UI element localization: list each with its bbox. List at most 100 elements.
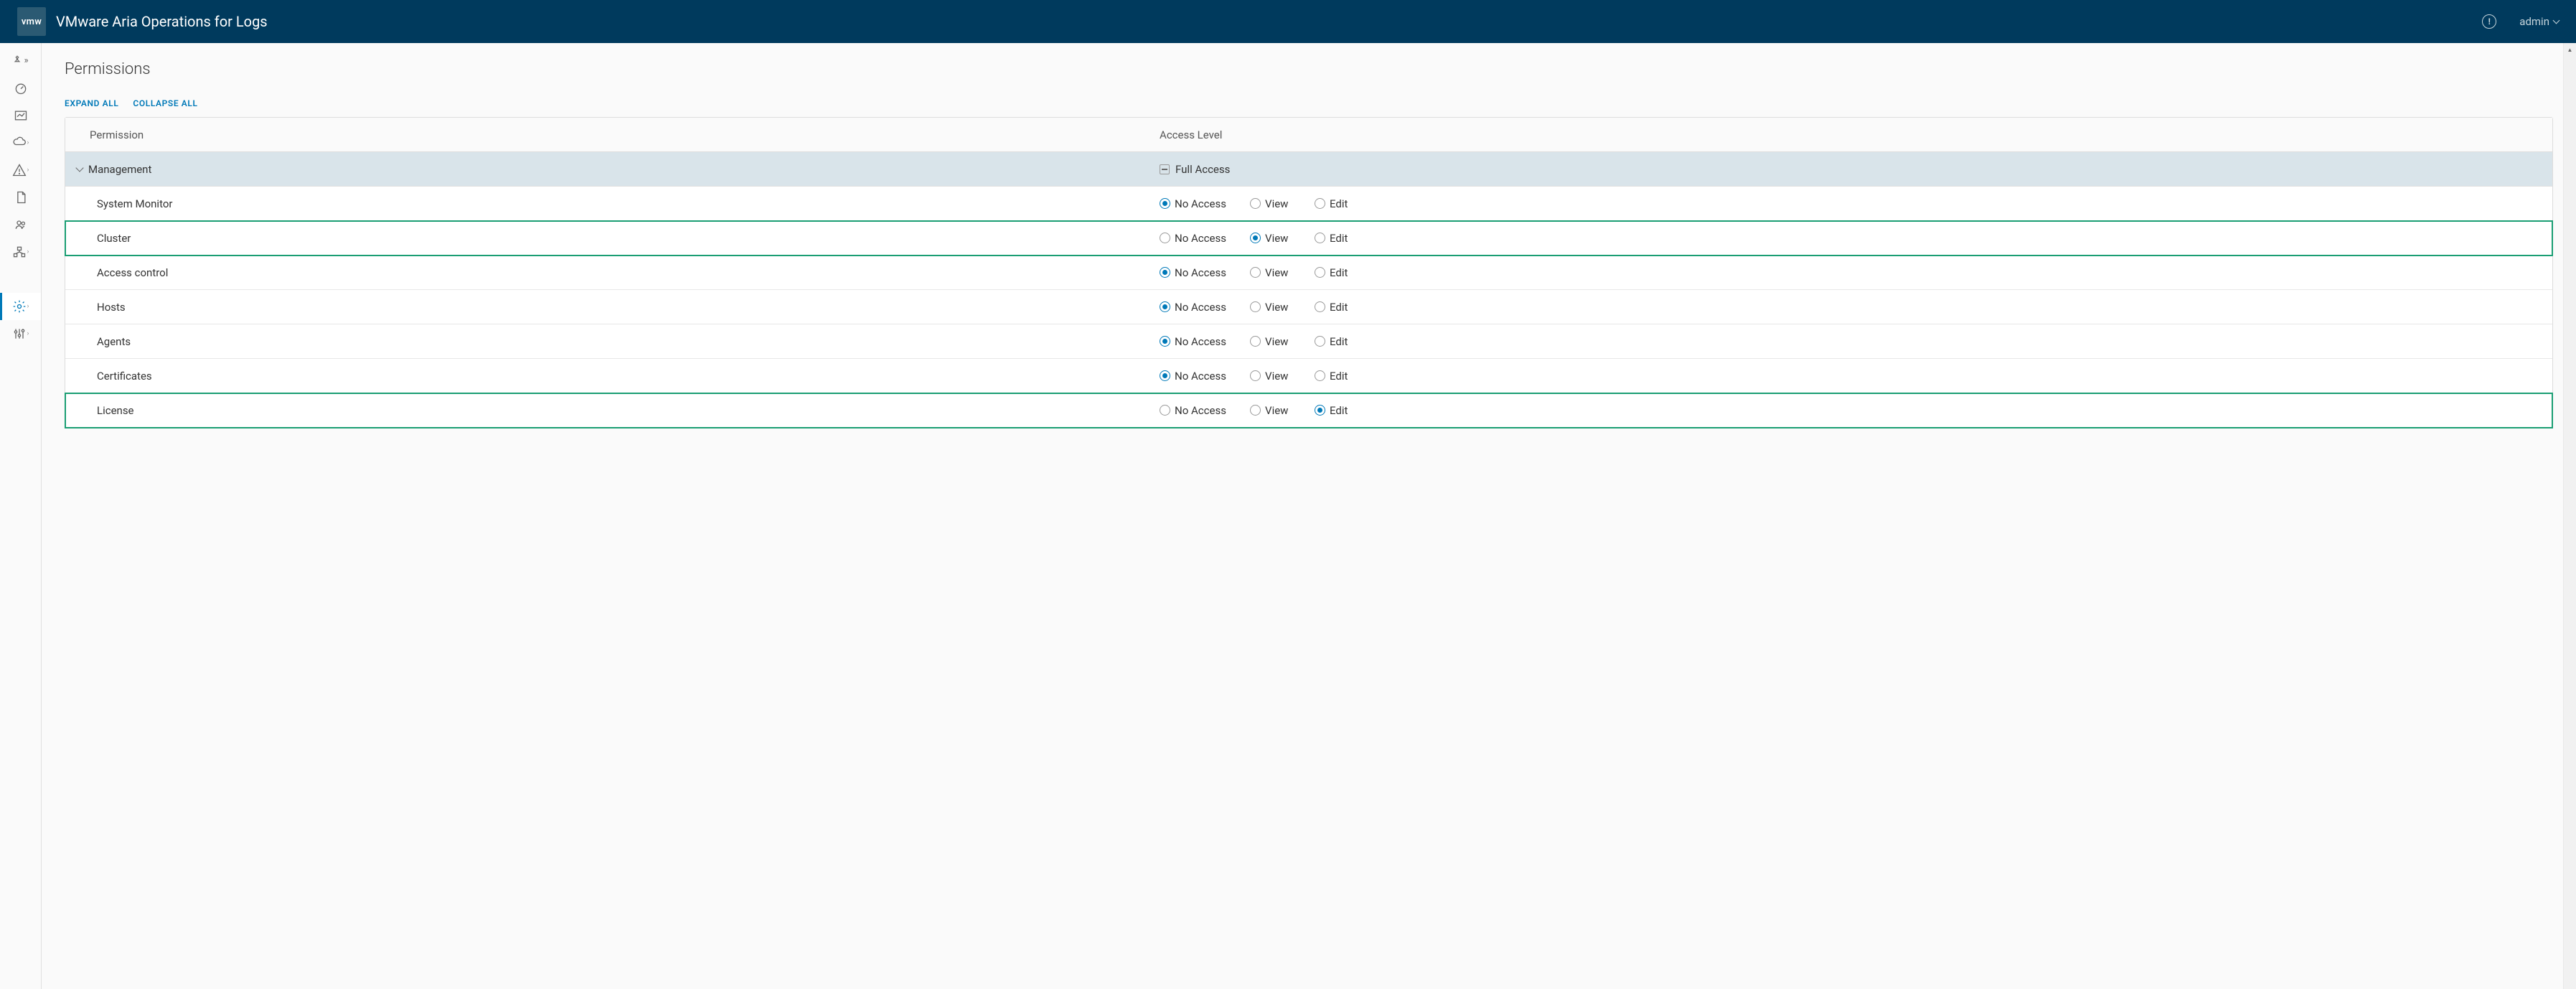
group-name: Management xyxy=(88,163,151,176)
radio-circle xyxy=(1250,336,1261,347)
sidebar-item-network[interactable]: › xyxy=(0,238,41,266)
logo-badge: vmw xyxy=(17,7,46,36)
content: Permissions EXPAND ALL COLLAPSE ALL Perm… xyxy=(42,43,2576,989)
radio-view[interactable]: View xyxy=(1250,301,1300,314)
sidebar-toggle[interactable]: » xyxy=(0,49,41,72)
radio-no_access[interactable]: No Access xyxy=(1160,404,1236,417)
cloud-icon xyxy=(12,136,27,150)
permissions-table: Permission Access Level Management Full … xyxy=(65,117,2553,428)
perm-row: Certificates No Access View Edit xyxy=(65,359,2552,393)
radio-circle xyxy=(1250,370,1261,381)
gauge-icon xyxy=(14,81,28,95)
radio-circle xyxy=(1250,267,1261,278)
network-icon xyxy=(12,245,27,259)
radio-circle xyxy=(1160,405,1170,416)
radio-view[interactable]: View xyxy=(1250,266,1300,279)
perm-label: Hosts xyxy=(65,301,1160,314)
radio-label: No Access xyxy=(1175,404,1226,417)
radio-no_access[interactable]: No Access xyxy=(1160,370,1236,383)
sidebar: » › › xyxy=(0,43,42,989)
radio-label: Edit xyxy=(1330,335,1348,348)
perm-options: No Access View Edit xyxy=(1160,404,2552,417)
expand-all-link[interactable]: EXPAND ALL xyxy=(65,98,118,108)
radio-edit[interactable]: Edit xyxy=(1315,370,1355,383)
table-header: Permission Access Level xyxy=(65,118,2552,152)
radio-edit[interactable]: Edit xyxy=(1315,232,1355,245)
sidebar-item-alerts[interactable]: › xyxy=(0,156,41,184)
radio-circle xyxy=(1315,370,1325,381)
chart-icon xyxy=(14,108,28,123)
radio-edit[interactable]: Edit xyxy=(1315,301,1355,314)
perm-options: No Access View Edit xyxy=(1160,370,2552,383)
radio-no_access[interactable]: No Access xyxy=(1160,232,1236,245)
radio-circle xyxy=(1315,336,1325,347)
group-left: Management xyxy=(65,163,1160,176)
radio-label: Edit xyxy=(1330,404,1348,417)
caret-icon: › xyxy=(27,303,29,310)
perm-options: No Access View Edit xyxy=(1160,232,2552,245)
radio-no_access[interactable]: No Access xyxy=(1160,335,1236,348)
caret-icon: › xyxy=(27,248,29,256)
radio-edit[interactable]: Edit xyxy=(1315,266,1355,279)
radio-no_access[interactable]: No Access xyxy=(1160,197,1236,210)
radio-circle xyxy=(1160,233,1170,243)
sidebar-item-settings[interactable]: › xyxy=(0,293,41,320)
caret-icon: › xyxy=(27,139,29,146)
perm-row: LicenseNo AccessViewEdit xyxy=(65,393,2552,428)
radio-circle xyxy=(1160,267,1170,278)
radio-label: Edit xyxy=(1330,266,1348,279)
perm-label: Certificates xyxy=(65,370,1160,383)
info-icon[interactable]: ! xyxy=(2482,14,2496,29)
col-access-header: Access Level xyxy=(1160,128,2552,141)
radio-view[interactable]: View xyxy=(1250,404,1300,417)
sidebar-item-adjust[interactable]: › xyxy=(0,320,41,347)
radio-circle xyxy=(1315,405,1325,416)
radio-no_access[interactable]: No Access xyxy=(1160,301,1236,314)
sidebar-item-analytics[interactable] xyxy=(0,102,41,129)
perm-label: Access control xyxy=(65,266,1160,279)
radio-label: No Access xyxy=(1175,266,1226,279)
user-name: admin xyxy=(2519,15,2549,28)
scrollbar[interactable]: ▲ xyxy=(2563,43,2576,989)
radio-label: Edit xyxy=(1330,232,1348,245)
radio-edit[interactable]: Edit xyxy=(1315,197,1355,210)
device-icon xyxy=(14,272,28,286)
radio-label: View xyxy=(1265,266,1288,279)
radio-no_access[interactable]: No Access xyxy=(1160,266,1236,279)
sidebar-item-dashboard[interactable] xyxy=(0,75,41,102)
topbar: vmw VMware Aria Operations for Logs ! ad… xyxy=(0,0,2576,43)
file-icon xyxy=(14,190,28,205)
radio-view[interactable]: View xyxy=(1250,370,1300,383)
perm-row: HostsNo Access View Edit xyxy=(65,290,2552,324)
perm-options: No Access View Edit xyxy=(1160,335,2552,348)
page-title: Permissions xyxy=(65,60,2553,78)
sidebar-item-device[interactable] xyxy=(0,266,41,293)
group-management[interactable]: Management Full Access xyxy=(65,152,2552,187)
sidebar-item-users[interactable] xyxy=(0,211,41,238)
radio-label: View xyxy=(1265,301,1288,314)
indeterminate-checkbox[interactable] xyxy=(1160,164,1170,174)
collapse-all-link[interactable]: COLLAPSE ALL xyxy=(133,98,197,108)
product-title: VMware Aria Operations for Logs xyxy=(56,13,268,30)
sidebar-item-file[interactable] xyxy=(0,184,41,211)
radio-edit[interactable]: Edit xyxy=(1315,335,1355,348)
radio-label: Edit xyxy=(1330,370,1348,383)
perm-row: AgentsNo AccessViewEdit xyxy=(65,324,2552,359)
radio-view[interactable]: View xyxy=(1250,197,1300,210)
radio-edit[interactable]: Edit xyxy=(1315,404,1355,417)
perm-options: No Access View Edit xyxy=(1160,266,2552,279)
radio-circle xyxy=(1250,198,1261,209)
caret-icon: › xyxy=(27,167,29,174)
radio-label: No Access xyxy=(1175,370,1226,383)
perm-row: System MonitorNo Access View Edit xyxy=(65,187,2552,221)
scroll-up-arrow[interactable]: ▲ xyxy=(2564,43,2576,56)
layout: » › › xyxy=(0,43,2576,989)
col-permission-header: Permission xyxy=(65,128,1160,141)
radio-circle xyxy=(1315,267,1325,278)
sidebar-item-cloud[interactable]: › xyxy=(0,129,41,156)
perm-label: System Monitor xyxy=(65,197,1160,210)
radio-view[interactable]: View xyxy=(1250,335,1300,348)
warning-icon xyxy=(12,163,27,177)
user-menu[interactable]: admin xyxy=(2519,15,2559,28)
radio-view[interactable]: View xyxy=(1250,232,1300,245)
